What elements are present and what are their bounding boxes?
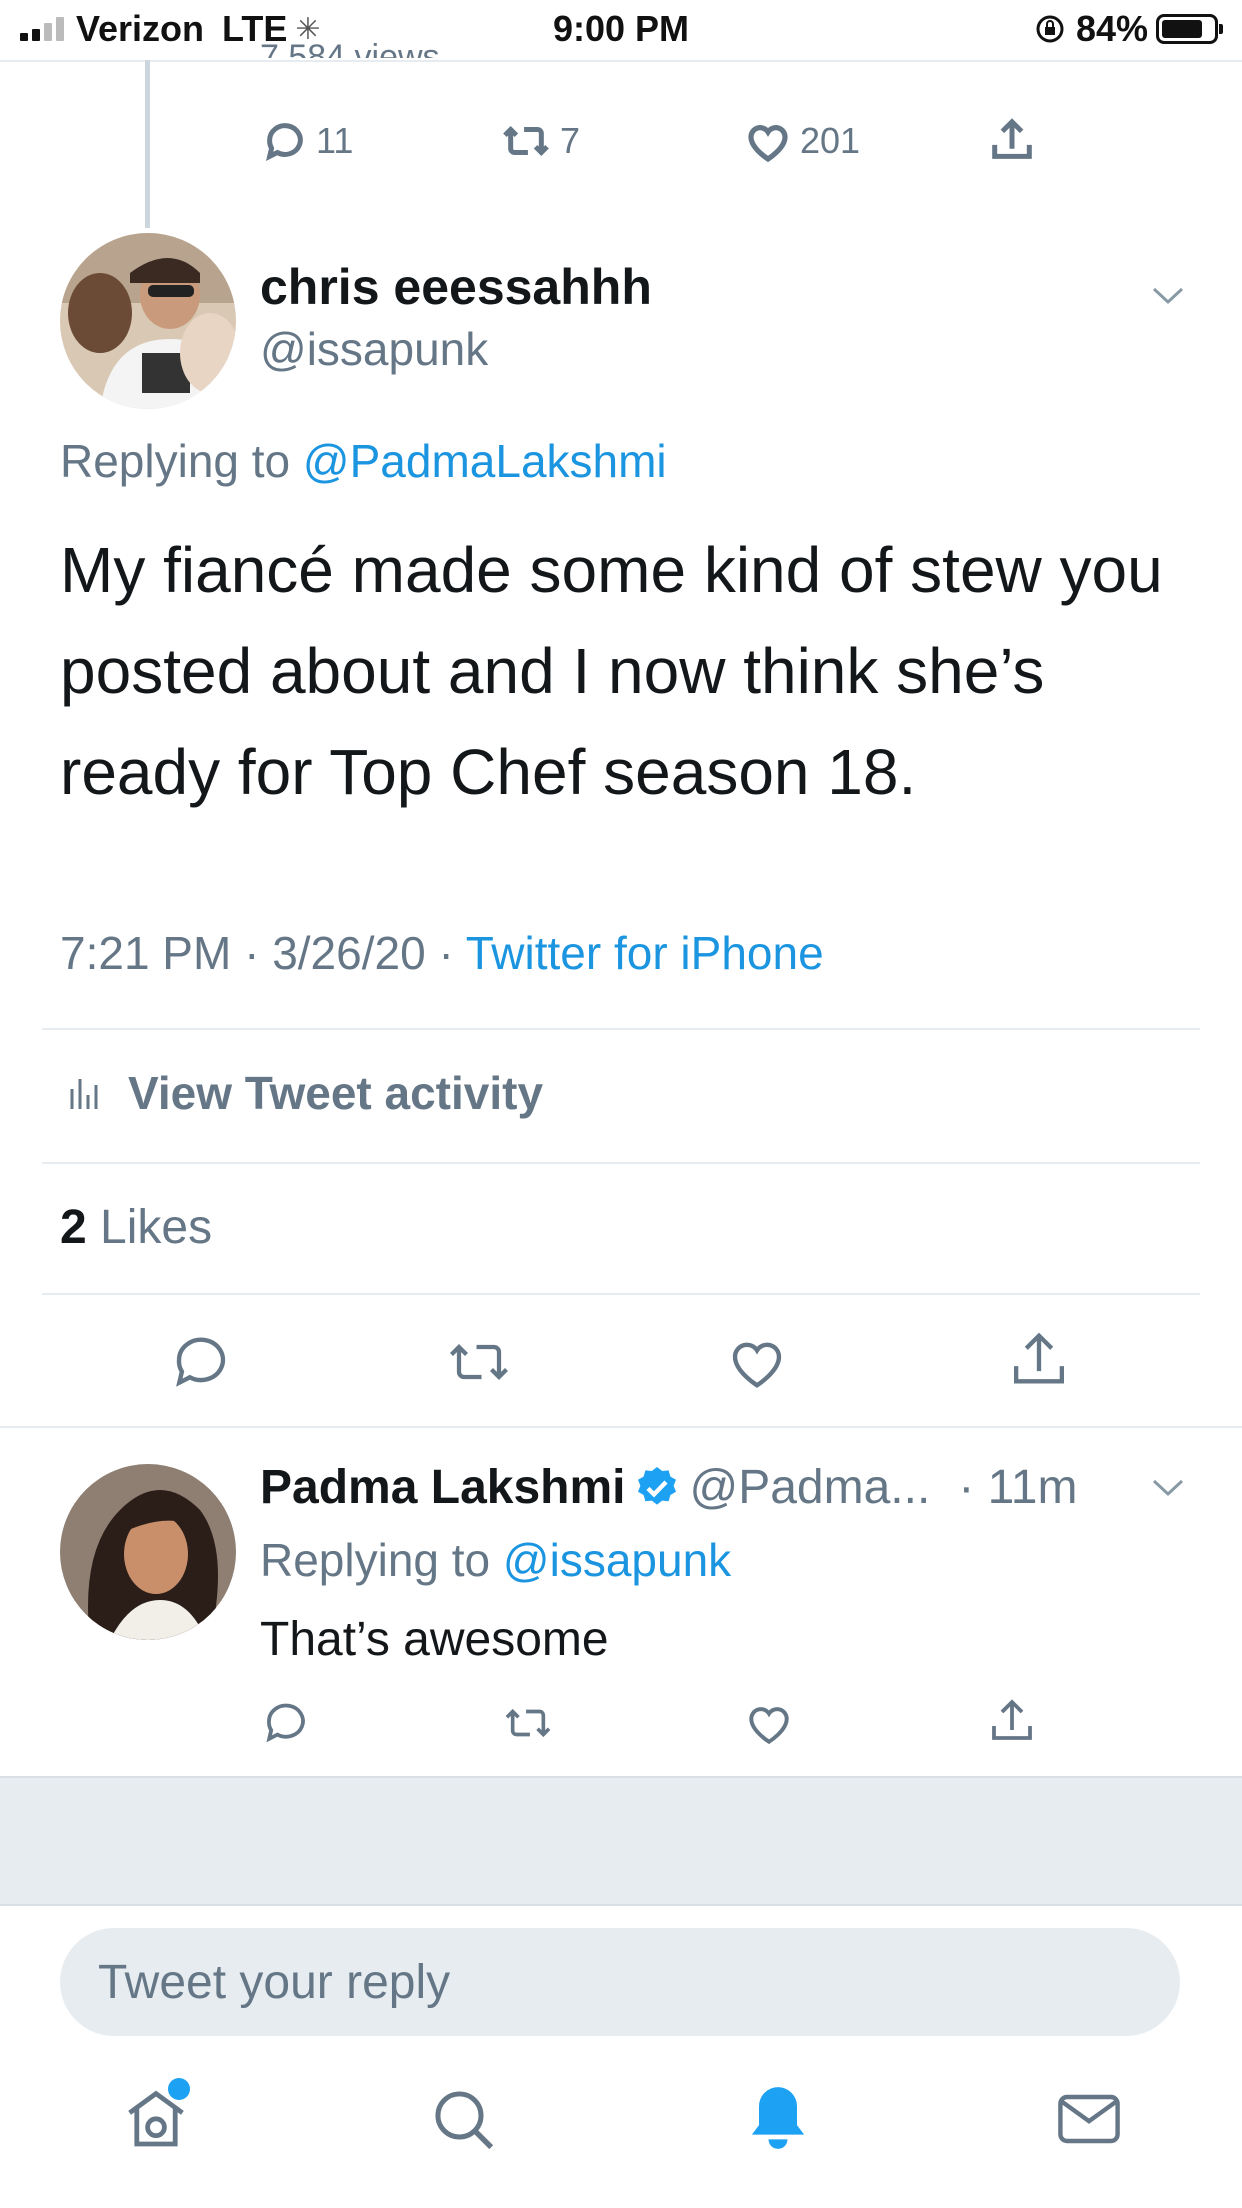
search-icon (435, 2091, 494, 2150)
reply-avatar[interactable] (60, 1464, 236, 1640)
reply-author-handle[interactable]: @Padma... (689, 1460, 930, 1515)
tab-messages[interactable] (1056, 2088, 1122, 2155)
thread-line (145, 60, 150, 228)
tweet-meta: 7:21 PM · 3/26/20 · Twitter for iPhone (60, 926, 824, 980)
likes-summary[interactable]: 2 Likes (60, 1200, 212, 1255)
replying-to: Replying to @PadmaLakshmi (60, 434, 667, 488)
tab-search[interactable] (430, 2086, 498, 2159)
reply-icon[interactable] (170, 1330, 232, 1392)
heart-icon (748, 125, 788, 163)
divider (42, 1162, 1200, 1164)
divider (0, 1426, 1242, 1428)
composer-placeholder: Tweet your reply (98, 1955, 451, 2009)
battery-icon (1156, 14, 1223, 44)
chevron-down-icon[interactable] (1148, 282, 1188, 308)
prev-reply-count: 11 (316, 120, 354, 161)
reply-text: That’s awesome (260, 1613, 609, 1666)
view-activity-button[interactable]: View Tweet activity (68, 1066, 543, 1120)
replying-prefix: Replying to (60, 435, 303, 487)
reply-composer[interactable]: Tweet your reply (60, 1928, 1180, 2036)
author-name[interactable]: chris eeessahhh (260, 258, 652, 316)
tweet-source-link[interactable]: Twitter for iPhone (466, 927, 824, 979)
reply-avatar-photo (60, 1464, 236, 1640)
reply-replying-to: Replying to @issapunk (260, 1533, 731, 1587)
prev-like-count: 201 (800, 120, 861, 161)
activity-icon (70, 1079, 98, 1109)
divider (42, 1028, 1200, 1030)
gray-separator (0, 1776, 1242, 1906)
reply-icon (266, 123, 303, 161)
avatar[interactable] (60, 233, 236, 409)
reply-icon[interactable] (262, 1698, 310, 1746)
view-activity-label: View Tweet activity (128, 1067, 544, 1119)
share-icon[interactable] (988, 1696, 1036, 1748)
verified-badge-icon (638, 1466, 677, 1505)
reply-replying-to-link[interactable]: @issapunk (503, 1534, 731, 1586)
prev-like-button[interactable]: 201 (744, 118, 860, 164)
prev-retweet-button[interactable]: 7 (500, 118, 580, 164)
tab-notifications[interactable] (742, 2080, 814, 2161)
heart-icon[interactable] (744, 1700, 794, 1746)
notification-dot (168, 2078, 190, 2100)
retweet-icon[interactable] (500, 1700, 556, 1746)
tweet-timestamp: 7:21 PM · 3/26/20 · (60, 927, 466, 979)
avatar-photo (60, 233, 236, 409)
replying-to-link[interactable]: @PadmaLakshmi (303, 435, 667, 487)
tab-bar (0, 2060, 1242, 2208)
retweet-icon (503, 125, 549, 157)
reply-author-name[interactable]: Padma Lakshmi (260, 1460, 625, 1515)
author-handle[interactable]: @issapunk (260, 322, 488, 376)
heart-icon[interactable] (726, 1332, 788, 1392)
chevron-down-icon[interactable] (1148, 1474, 1188, 1500)
status-bar: Verizon LTE ✳ 9:00 PM 84% (0, 0, 1242, 62)
battery-percent: 84% (1075, 8, 1148, 49)
prev-share-button[interactable] (988, 116, 1036, 166)
tab-home[interactable] (120, 2078, 192, 2161)
reply-time: · 11m (958, 1461, 1078, 1514)
rotation-lock-icon (1036, 15, 1064, 43)
prev-reply-button[interactable]: 11 (262, 118, 353, 164)
bell-icon (751, 2087, 805, 2149)
share-icon (992, 118, 1032, 159)
likes-count: 2 (60, 1201, 87, 1254)
prev-retweet-count: 7 (560, 120, 581, 161)
prev-tweet-views: 7,584 views (260, 38, 440, 58)
tweet-text: My fiancé made some kind of stew you pos… (60, 534, 1163, 808)
battery-info: 84% (1034, 8, 1223, 50)
retweet-icon[interactable] (444, 1332, 514, 1392)
mail-icon (1058, 2094, 1120, 2144)
reply-header: Padma Lakshmi @Padma... · 11m (260, 1460, 1077, 1515)
reply-replying-prefix: Replying to (260, 1534, 503, 1586)
share-icon[interactable] (1008, 1328, 1070, 1394)
divider (42, 1293, 1200, 1295)
likes-label: Likes (86, 1201, 213, 1254)
